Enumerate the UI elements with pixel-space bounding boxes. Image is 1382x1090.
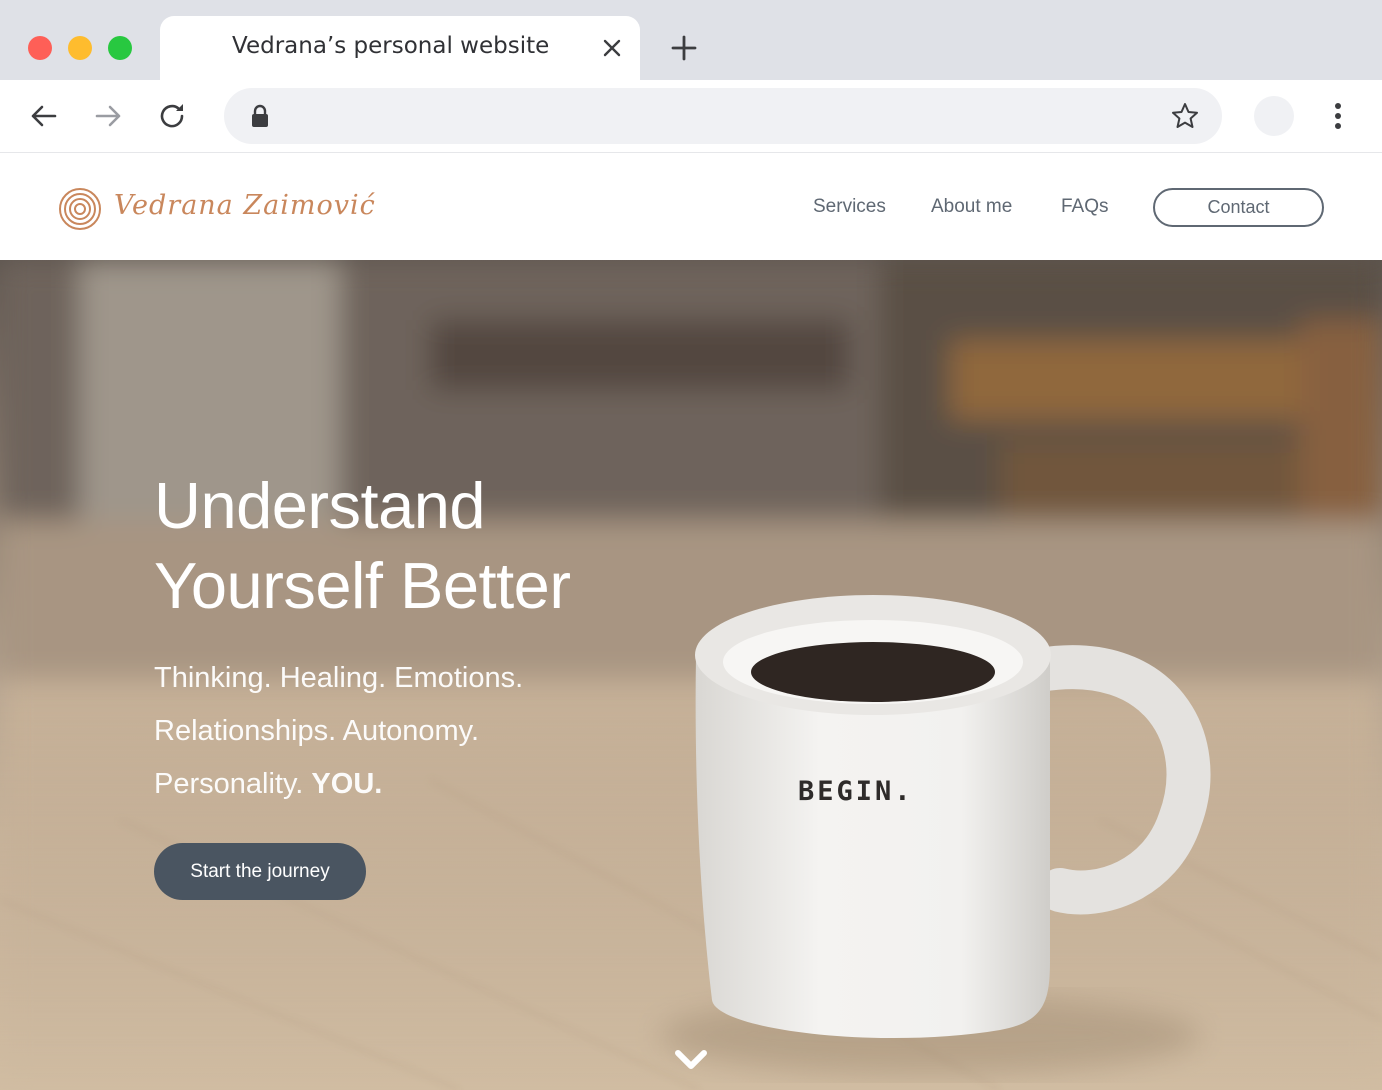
browser-toolbar (0, 80, 1382, 153)
nav-faqs-link[interactable]: FAQs (1061, 196, 1109, 218)
window-close-button[interactable] (28, 36, 52, 60)
hero-tagline-3-text: Personality. (154, 768, 312, 800)
forward-arrow-icon[interactable] (92, 100, 124, 132)
hero-tagline-3-emphasis: YOU. (311, 768, 383, 800)
start-journey-button[interactable]: Start the journey (154, 843, 366, 900)
browser-tab-strip: Vedrana’s personal website (0, 0, 1382, 80)
tab-title: Vedrana’s personal website (232, 33, 550, 59)
hero-title-line2: Yourself Better (154, 549, 571, 622)
hero-tagline-2: Relationships. Autonomy. (154, 715, 480, 747)
lock-icon (252, 104, 268, 127)
close-icon[interactable] (600, 36, 624, 60)
window-maximize-button[interactable] (108, 36, 132, 60)
hero-section: Understand Yourself Better Thinking. Hea… (0, 260, 1382, 1090)
reload-icon[interactable] (156, 100, 188, 132)
site-logo-text[interactable]: Vedrana Zaimović (114, 190, 376, 221)
address-bar[interactable] (224, 88, 1222, 144)
hero-tagline-1: Thinking. Healing. Emotions. (154, 662, 524, 694)
back-arrow-icon[interactable] (28, 100, 60, 132)
nav-about-link[interactable]: About me (931, 196, 1012, 218)
contact-button[interactable]: Contact (1153, 188, 1324, 227)
spiral-logo-icon[interactable] (57, 186, 103, 232)
window-minimize-button[interactable] (68, 36, 92, 60)
star-icon[interactable] (1170, 101, 1200, 131)
chevron-down-icon[interactable] (674, 1048, 708, 1072)
nav-services-link[interactable]: Services (813, 196, 886, 218)
profile-avatar[interactable] (1254, 96, 1294, 136)
hero-title-line1: Understand (154, 469, 486, 542)
hero-tagline-3: Personality. YOU. (154, 768, 382, 801)
browser-tab-active[interactable]: Vedrana’s personal website (160, 16, 640, 80)
site-header: Vedrana Zaimović Services About me FAQs … (0, 154, 1382, 260)
mug-printed-text: BEGIN. (798, 776, 914, 807)
kebab-menu-icon[interactable] (1326, 100, 1350, 132)
plus-icon[interactable] (670, 34, 698, 62)
hero-title: Understand Yourself Better (154, 466, 754, 626)
